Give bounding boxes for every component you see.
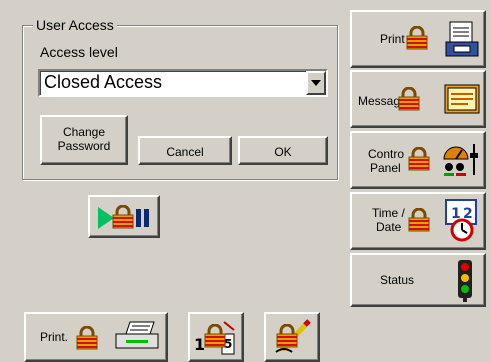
print-button[interactable]: Print [350, 10, 486, 68]
print-bottom-button[interactable]: Print. [24, 312, 168, 362]
change-password-line2: Password [57, 139, 111, 153]
access-level-label: Access level [40, 44, 118, 60]
status-label: Status [380, 273, 415, 287]
cancel-label: Cancel [166, 145, 204, 159]
printer-icon [445, 21, 479, 57]
padlock-icon [76, 326, 98, 350]
change-password-button[interactable]: Change Password [40, 115, 128, 165]
gauge-sliders-icon [443, 144, 478, 176]
padlock-icon [398, 87, 420, 111]
time-date-button[interactable]: Time / Date 1 2 [350, 192, 486, 250]
control-panel-line1: Contro [368, 147, 405, 161]
change-password-line1: Change [62, 125, 106, 139]
access-level-select[interactable]: Closed Access [38, 69, 328, 97]
traffic-light-icon [458, 260, 472, 302]
play-pause-button[interactable] [88, 195, 160, 238]
padlock-icon [406, 26, 428, 50]
padlock-icon [276, 324, 298, 348]
padlock-icon [408, 147, 430, 171]
chevron-down-icon [311, 80, 321, 86]
user-access-group-title: User Access [33, 18, 117, 32]
padlock-icon [408, 208, 430, 232]
control-panel-button[interactable]: Contro Panel [350, 131, 486, 189]
access-level-dropdown-button[interactable] [306, 71, 326, 95]
control-panel-line2: Panel [370, 161, 401, 175]
counter-button[interactable]: 1 5 [188, 312, 244, 362]
cancel-button[interactable]: Cancel [138, 136, 232, 165]
time-date-line1: Time / [372, 206, 405, 220]
ok-button[interactable]: OK [238, 136, 328, 165]
ok-label: OK [274, 145, 292, 159]
access-level-value: Closed Access [44, 72, 163, 92]
time-date-line2: Date [376, 220, 402, 234]
calendar-clock-icon: 1 2 [445, 199, 477, 242]
message-label: Messag [358, 94, 401, 108]
padlock-icon [204, 324, 226, 348]
message-button[interactable]: Messag [350, 70, 486, 128]
padlock-icon [112, 205, 134, 229]
print-bottom-label: Print. [40, 330, 69, 344]
edit-button[interactable] [264, 312, 320, 362]
print-label: Print [380, 32, 405, 46]
message-icon [444, 84, 480, 114]
status-button[interactable]: Status [350, 253, 486, 307]
printer-icon [115, 321, 159, 349]
